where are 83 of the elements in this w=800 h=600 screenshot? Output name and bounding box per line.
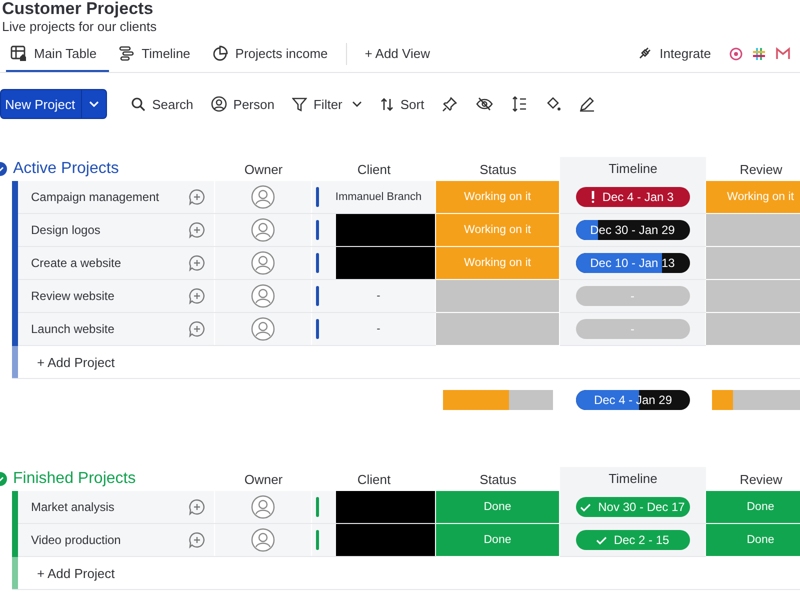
mail-icon[interactable]: [775, 47, 791, 61]
check-icon: [580, 502, 592, 512]
exclamation-icon: [591, 191, 596, 203]
color-bar: [316, 497, 319, 517]
add-comment-icon[interactable]: [188, 221, 206, 239]
eye-slash-icon: [476, 97, 494, 111]
caret-icon: [352, 101, 362, 107]
person-icon: [211, 96, 228, 112]
timeline-pill[interactable]: Dec 10 - Jan 13: [576, 253, 690, 273]
review-cell[interactable]: [706, 313, 800, 346]
search-icon: [131, 96, 146, 112]
view-tab[interactable]: Main Table: [6, 36, 109, 72]
app-icon[interactable]: [729, 47, 743, 61]
pen-icon: [579, 96, 596, 112]
check-icon: [596, 536, 607, 544]
add-comment-icon[interactable]: [188, 287, 206, 305]
color-bar: [316, 530, 319, 550]
column-header: Review: [738, 162, 784, 176]
avatar-icon[interactable]: [251, 317, 275, 341]
integrate-button[interactable]: Integrate: [632, 36, 723, 72]
hash-icon[interactable]: [752, 47, 766, 61]
add-view-button[interactable]: + Add View: [360, 36, 442, 72]
add-project-button[interactable]: + Add Project: [37, 354, 115, 370]
status-cell[interactable]: [436, 280, 560, 313]
avatar-icon[interactable]: [251, 495, 275, 519]
color-bar: [316, 253, 319, 273]
paint-bucket-icon: [545, 96, 562, 112]
client-name: Immanuel Branch: [335, 191, 422, 203]
color-bar: [316, 220, 319, 240]
column-header: Review: [738, 472, 784, 486]
pin-icon: [442, 96, 458, 112]
add-comment-icon[interactable]: [188, 320, 206, 338]
item-name[interactable]: Review website: [31, 289, 114, 303]
view-tab[interactable]: Projects income: [208, 36, 340, 72]
client-name: -: [376, 290, 380, 302]
review-cell[interactable]: [706, 214, 800, 247]
add-comment-icon[interactable]: [188, 498, 206, 516]
filter-icon: [292, 96, 308, 112]
avatar-icon[interactable]: [251, 185, 275, 209]
color-bar: [316, 319, 319, 339]
column-header: Status: [478, 472, 518, 486]
item-name[interactable]: Launch website: [31, 322, 114, 336]
add-comment-icon[interactable]: [188, 531, 206, 549]
item-name[interactable]: Design logos: [31, 223, 100, 237]
column-header: Status: [478, 162, 518, 176]
add-comment-icon[interactable]: [188, 188, 206, 206]
toolbar-button[interactable]: Filter: [284, 90, 370, 118]
board-title: Customer Projects: [2, 0, 154, 18]
column-header: Timeline: [560, 467, 706, 491]
toolbar-button[interactable]: Sort: [372, 90, 432, 118]
avatar-icon[interactable]: [251, 528, 275, 552]
review-cell[interactable]: [706, 247, 800, 280]
status-cell[interactable]: [436, 313, 560, 346]
column-header: Timeline: [560, 157, 706, 181]
timeline-pill[interactable]: Dec 4 - Jan 3: [576, 187, 690, 207]
sort-icon: [380, 96, 394, 112]
board-description: Live projects for our clients: [2, 18, 158, 36]
item-name[interactable]: Video production: [31, 533, 121, 547]
view-tab[interactable]: Timeline: [114, 36, 202, 72]
toolbar-button[interactable]: Search: [123, 90, 202, 118]
column-header: Owner: [243, 472, 284, 486]
color-bar: [316, 286, 319, 306]
timeline-icon: [118, 45, 135, 61]
row-height-icon: [511, 96, 528, 112]
group-title[interactable]: Active Projects: [13, 160, 119, 178]
item-name[interactable]: Market analysis: [31, 500, 114, 514]
avatar-icon[interactable]: [251, 284, 275, 308]
table-icon: [10, 44, 27, 62]
add-project-button[interactable]: + Add Project: [37, 566, 115, 580]
item-name[interactable]: Campaign management: [31, 190, 160, 204]
toolbar-button[interactable]: Person: [203, 90, 282, 118]
pie-chart-icon: [212, 45, 228, 61]
avatar-icon[interactable]: [251, 251, 275, 275]
caret-icon: [89, 101, 100, 107]
item-name[interactable]: Create a website: [31, 256, 122, 270]
client-name: -: [376, 323, 380, 335]
color-bar: [316, 187, 319, 207]
avatar-icon[interactable]: [251, 218, 275, 242]
review-cell[interactable]: [706, 280, 800, 313]
column-header: Client: [356, 472, 392, 486]
add-comment-icon[interactable]: [188, 254, 206, 272]
column-header: Client: [356, 162, 392, 176]
column-header: Owner: [243, 162, 284, 176]
